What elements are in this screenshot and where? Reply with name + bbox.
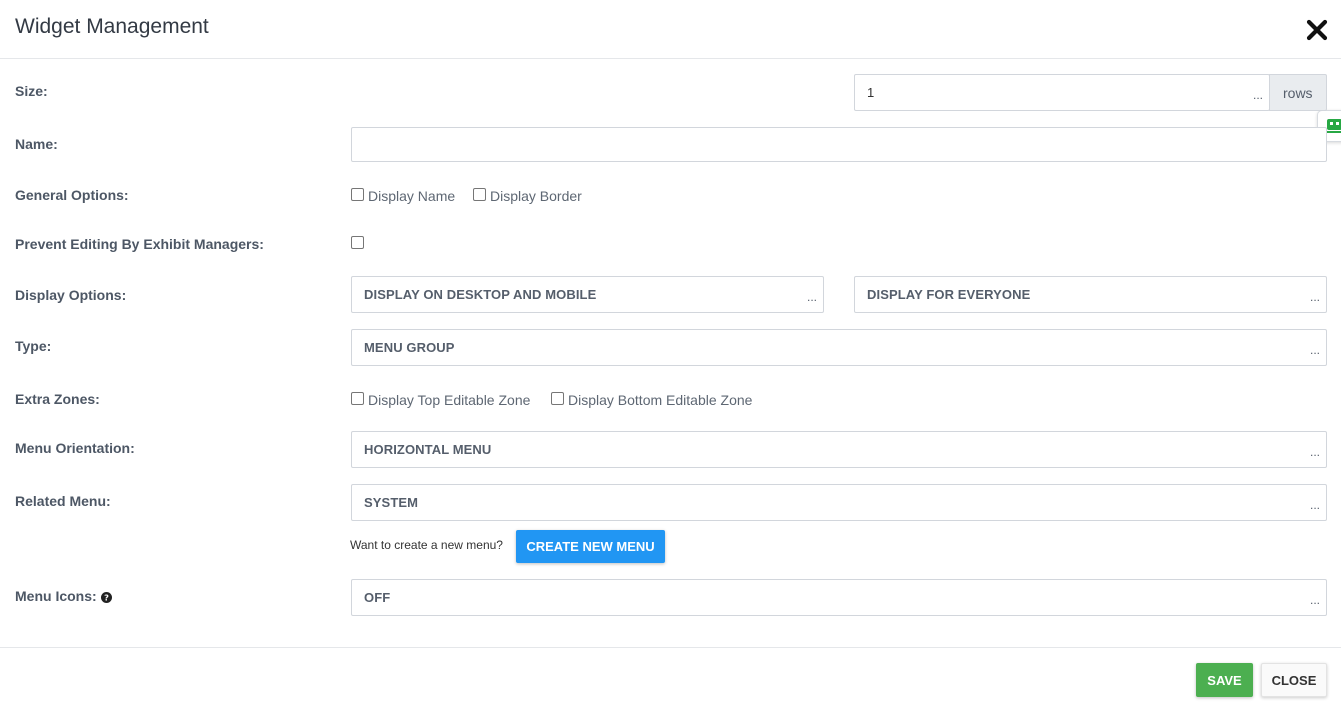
- display-name-checkbox-box[interactable]: [351, 188, 364, 201]
- display-border-label: Display Border: [490, 188, 582, 204]
- menu-orientation-label: Menu Orientation:: [15, 440, 135, 456]
- extra-zones-label: Extra Zones:: [15, 391, 100, 407]
- display-border-checkbox[interactable]: Display Border: [473, 188, 582, 204]
- size-dots: ...: [1252, 88, 1263, 102]
- bottom-zone-label: Display Bottom Editable Zone: [568, 392, 753, 408]
- prevent-editing-checkbox-box[interactable]: [351, 236, 364, 249]
- type-dots: ...: [1309, 343, 1320, 357]
- modal-header: Widget Management: [0, 0, 1341, 59]
- top-zone-label: Display Top Editable Zone: [368, 392, 531, 408]
- top-zone-checkbox[interactable]: Display Top Editable Zone: [351, 392, 530, 408]
- menu-orientation-dots: ...: [1309, 445, 1320, 459]
- bottom-zone-checkbox-box[interactable]: [551, 392, 564, 405]
- close-button[interactable]: CLOSE: [1261, 663, 1327, 697]
- general-options-label: General Options:: [15, 187, 129, 203]
- display-audience-select[interactable]: DISPLAY FOR EVERYONE ...: [854, 276, 1327, 313]
- menu-orientation-select[interactable]: HORIZONTAL MENU ...: [351, 431, 1327, 468]
- modal-title: Widget Management: [15, 15, 209, 38]
- name-input[interactable]: [351, 127, 1327, 162]
- question-circle-icon[interactable]: ?: [100, 591, 112, 603]
- type-value: MENU GROUP: [364, 340, 455, 355]
- top-zone-checkbox-box[interactable]: [351, 392, 364, 405]
- display-device-value: DISPLAY ON DESKTOP AND MOBILE: [364, 287, 597, 302]
- display-border-checkbox-box[interactable]: [473, 188, 486, 201]
- widget-management-modal: Widget Management Size: 1 ... rows Name:…: [0, 0, 1341, 709]
- display-device-dots: ...: [806, 290, 817, 304]
- menu-icons-label: Menu Icons:: [15, 588, 97, 604]
- menu-orientation-value: HORIZONTAL MENU: [364, 442, 492, 457]
- name-label: Name:: [15, 136, 58, 152]
- save-button[interactable]: SAVE: [1196, 663, 1253, 697]
- display-name-checkbox[interactable]: Display Name: [351, 188, 455, 204]
- related-menu-dots: ...: [1309, 498, 1320, 512]
- svg-text:?: ?: [104, 592, 109, 602]
- menu-icons-select[interactable]: OFF ...: [351, 579, 1327, 616]
- size-label: Size:: [15, 83, 48, 99]
- menu-icons-value: OFF: [364, 590, 391, 605]
- related-menu-label: Related Menu:: [15, 493, 111, 509]
- display-audience-dots: ...: [1309, 290, 1320, 304]
- display-name-label: Display Name: [368, 188, 456, 204]
- type-label: Type:: [15, 338, 52, 354]
- size-value: 1: [867, 85, 875, 100]
- robot-face-icon: [1326, 119, 1341, 133]
- footer-divider: [0, 647, 1341, 648]
- type-select[interactable]: MENU GROUP ...: [351, 329, 1327, 366]
- prevent-editing-label: Prevent Editing By Exhibit Managers:: [15, 236, 264, 252]
- size-input[interactable]: 1 ...: [854, 74, 1270, 111]
- menu-icons-label-group: Menu Icons: ?: [15, 588, 112, 604]
- menu-icons-dots: ...: [1309, 593, 1320, 607]
- close-x-icon[interactable]: [1305, 18, 1329, 42]
- display-audience-value: DISPLAY FOR EVERYONE: [867, 287, 1031, 302]
- related-menu-select[interactable]: SYSTEM ...: [351, 484, 1327, 521]
- display-options-label: Display Options:: [15, 287, 127, 303]
- prevent-editing-checkbox[interactable]: [351, 236, 368, 249]
- create-new-menu-button[interactable]: CREATE NEW MENU: [516, 530, 665, 563]
- display-device-select[interactable]: DISPLAY ON DESKTOP AND MOBILE ...: [351, 276, 824, 313]
- related-menu-value: SYSTEM: [364, 495, 419, 510]
- size-unit-label: rows: [1283, 85, 1313, 101]
- bottom-zone-checkbox[interactable]: Display Bottom Editable Zone: [551, 392, 752, 408]
- create-menu-helper-text: Want to create a new menu?: [350, 538, 503, 552]
- size-unit-addon: rows: [1269, 74, 1327, 111]
